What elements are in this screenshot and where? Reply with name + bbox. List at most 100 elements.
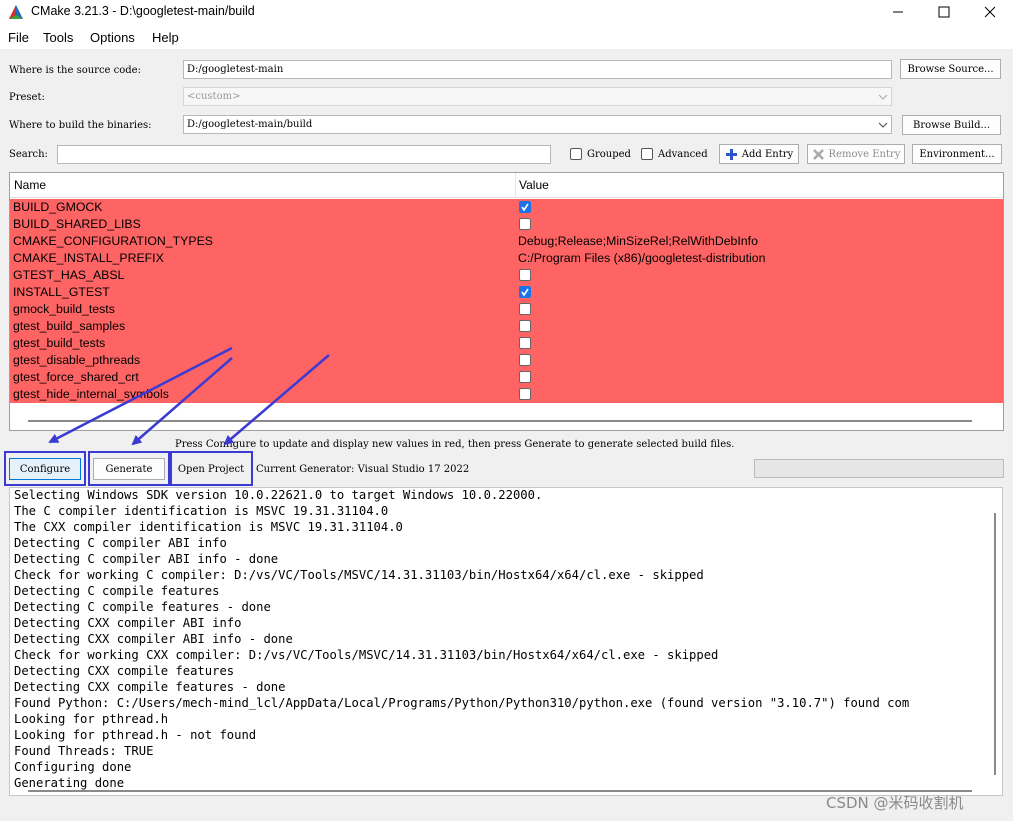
cache-entry-checkbox[interactable] [519,320,531,332]
cache-entry-name: CMAKE_CONFIGURATION_TYPES [13,234,213,248]
checkmark-icon [521,203,529,212]
log-line: Check for working C compiler: D:/vs/VC/T… [14,568,704,582]
environment-button[interactable]: Environment... [912,144,1002,164]
table-row[interactable]: gtest_disable_pthreads [10,352,1003,369]
hint-text: Press Configure to update and display ne… [175,439,735,450]
grouped-label: Grouped [587,149,631,160]
cache-entry-checkbox[interactable] [519,218,531,230]
log-line: Detecting CXX compile features - done [14,680,286,694]
table-row[interactable]: CMAKE_CONFIGURATION_TYPES Debug;Release;M… [10,233,1003,250]
cache-table: Name Value BUILD_GMOCK BUILD_SHARED_LIBS C… [9,172,1004,431]
remove-x-icon [812,148,824,160]
build-label: Where to build the binaries: [9,120,152,131]
cache-entry-checkbox[interactable] [519,303,531,315]
minimize-button[interactable] [875,0,921,24]
cache-entry-checkbox[interactable] [519,286,531,298]
cache-entry-name: gtest_build_samples [13,319,126,333]
log-line: Detecting C compiler ABI info [14,536,227,550]
header-divider [515,173,516,198]
cache-entry-checkbox[interactable] [519,269,531,281]
table-row[interactable]: INSTALL_GTEST [10,284,1003,301]
minimize-icon [893,11,903,13]
source-label: Where is the source code: [9,65,141,76]
table-row[interactable]: gtest_build_tests [10,335,1003,352]
cache-entry-checkbox[interactable] [519,354,531,366]
table-row[interactable]: GTEST_HAS_ABSL [10,267,1003,284]
table-hscroll-thumb[interactable] [28,420,972,422]
log-line: Looking for pthread.h - not found [14,728,257,742]
table-row[interactable]: BUILD_SHARED_LIBS [10,216,1003,233]
menu-file[interactable]: File [8,30,29,45]
cache-entry-name: GTEST_HAS_ABSL [13,268,125,282]
table-row[interactable]: CMAKE_INSTALL_PREFIX C:/Program Files (x8… [10,250,1003,267]
browse-build-button[interactable]: Browse Build... [902,115,1001,135]
cache-entry-name: INSTALL_GTEST [13,285,110,299]
log-line: Looking for pthread.h [14,712,169,726]
cache-entry-checkbox[interactable] [519,371,531,383]
open-project-button[interactable]: Open Project [174,458,248,480]
preset-select[interactable]: <custom> [183,87,892,106]
maximize-icon [938,6,950,18]
log-line: Found Python: C:/Users/mech-mind_lcl/App… [14,696,910,710]
cache-entry-checkbox[interactable] [519,337,531,349]
table-row[interactable]: gtest_hide_internal_symbols [10,386,1003,403]
cache-entry-name: gtest_hide_internal_symbols [13,387,169,401]
progress-bar [754,459,1004,478]
preset-label: Preset: [9,92,45,103]
source-path-input[interactable]: D:/googletest-main [183,60,892,79]
cache-entry-name: BUILD_SHARED_LIBS [13,217,141,231]
table-header: Name Value [10,173,1003,198]
search-input[interactable] [57,145,551,164]
remove-entry-button[interactable]: Remove Entry [807,144,905,164]
preset-value: <custom> [187,91,241,102]
generate-button[interactable]: Generate [93,458,165,480]
cache-entry-value[interactable]: C:/Program Files (x86)/googletest-distri… [518,251,765,265]
close-button[interactable] [967,0,1013,24]
checkmark-icon [521,288,529,297]
header-name[interactable]: Name [14,178,46,192]
log-line: Selecting Windows SDK version 10.0.22621… [14,488,543,502]
grouped-checkbox[interactable] [570,148,582,160]
table-row[interactable]: BUILD_GMOCK [10,199,1003,216]
log-line: Detecting C compile features [14,584,220,598]
table-row[interactable]: gmock_build_tests [10,301,1003,318]
output-vscroll-thumb[interactable] [994,513,996,775]
log-line: Found Threads: TRUE [14,744,154,758]
advanced-label: Advanced [658,149,708,160]
log-line: Detecting CXX compile features [14,664,235,678]
advanced-checkbox[interactable] [641,148,653,160]
table-row[interactable]: gtest_build_samples [10,318,1003,335]
log-line: Detecting C compile features - done [14,600,271,614]
table-row[interactable]: gtest_force_shared_crt [10,369,1003,386]
cache-entry-name: gtest_force_shared_crt [13,370,139,384]
header-value[interactable]: Value [519,178,549,192]
current-generator: Current Generator: Visual Studio 17 2022 [256,464,470,475]
cache-entry-checkbox[interactable] [519,388,531,400]
add-entry-button[interactable]: Add Entry [719,144,799,164]
configure-button[interactable]: Configure [9,458,81,480]
maximize-button[interactable] [921,0,967,24]
menu-options[interactable]: Options [90,30,135,45]
cache-entry-value[interactable]: Debug;Release;MinSizeRel;RelWithDebInfo [518,234,758,248]
log-line: Detecting CXX compiler ABI info - done [14,632,293,646]
close-icon [984,6,996,18]
title-bar: CMake 3.21.3 - D:\googletest-main/build [0,0,1013,24]
log-line: Generating done [14,776,125,790]
plus-icon [725,148,737,160]
watermark: CSDN @米码收割机 [826,794,964,812]
preset-chevron-down-icon [878,94,888,100]
output-log[interactable]: Selecting Windows SDK version 10.0.22621… [9,487,1003,796]
build-path-select[interactable]: D:/googletest-main/build [183,115,892,134]
cache-entry-checkbox[interactable] [519,201,531,213]
browse-source-button[interactable]: Browse Source... [900,59,1001,79]
cache-entry-name: gmock_build_tests [13,302,115,316]
add-entry-label: Add Entry [741,148,794,160]
log-line: The C compiler identification is MSVC 19… [14,504,389,518]
log-line: Check for working CXX compiler: D:/vs/VC… [14,648,719,662]
log-line: Detecting CXX compiler ABI info [14,616,242,630]
cache-entry-name: gtest_build_tests [13,336,106,350]
cache-entry-name: CMAKE_INSTALL_PREFIX [13,251,164,265]
remove-entry-label: Remove Entry [828,148,901,160]
menu-tools[interactable]: Tools [43,30,73,45]
menu-help[interactable]: Help [152,30,179,45]
